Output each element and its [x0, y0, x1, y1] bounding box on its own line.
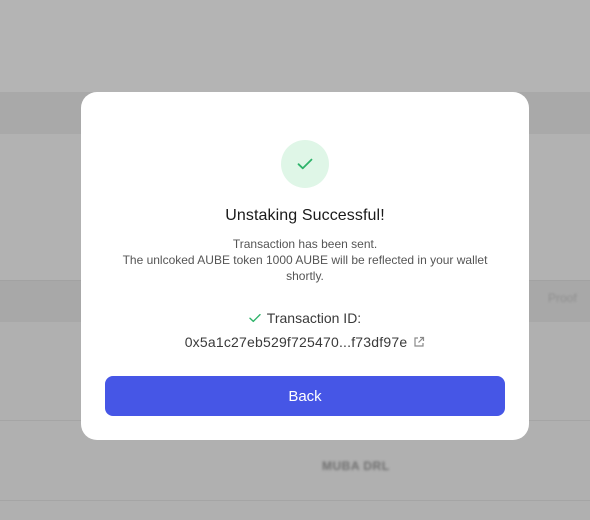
background-column-header: Proof	[548, 291, 577, 305]
modal-title: Unstaking Successful!	[225, 207, 385, 224]
background-header	[0, 0, 590, 92]
success-modal: Unstaking Successful! Transaction has be…	[81, 92, 529, 440]
transaction-id-label: Transaction ID:	[266, 310, 362, 326]
background-divider	[0, 500, 590, 501]
check-icon	[297, 158, 313, 170]
transaction-hash: 0x5a1c27eb529f725470...f73df97e	[184, 334, 408, 350]
message-line: The unlcoked AUBE token 1000 AUBE will b…	[122, 253, 488, 283]
external-link-icon[interactable]	[413, 336, 425, 348]
back-button[interactable]: Back	[105, 376, 505, 416]
success-badge	[281, 140, 329, 188]
transaction-hash-row: 0x5a1c27eb529f725470...f73df97e	[81, 334, 529, 350]
background-cell-text: MUBA DRL	[322, 459, 390, 473]
check-icon	[249, 313, 261, 323]
transaction-id-row: Transaction ID:	[81, 310, 529, 326]
message-line: Transaction has been sent.	[232, 237, 378, 251]
modal-message: Transaction has been sent. The unlcoked …	[105, 236, 505, 284]
